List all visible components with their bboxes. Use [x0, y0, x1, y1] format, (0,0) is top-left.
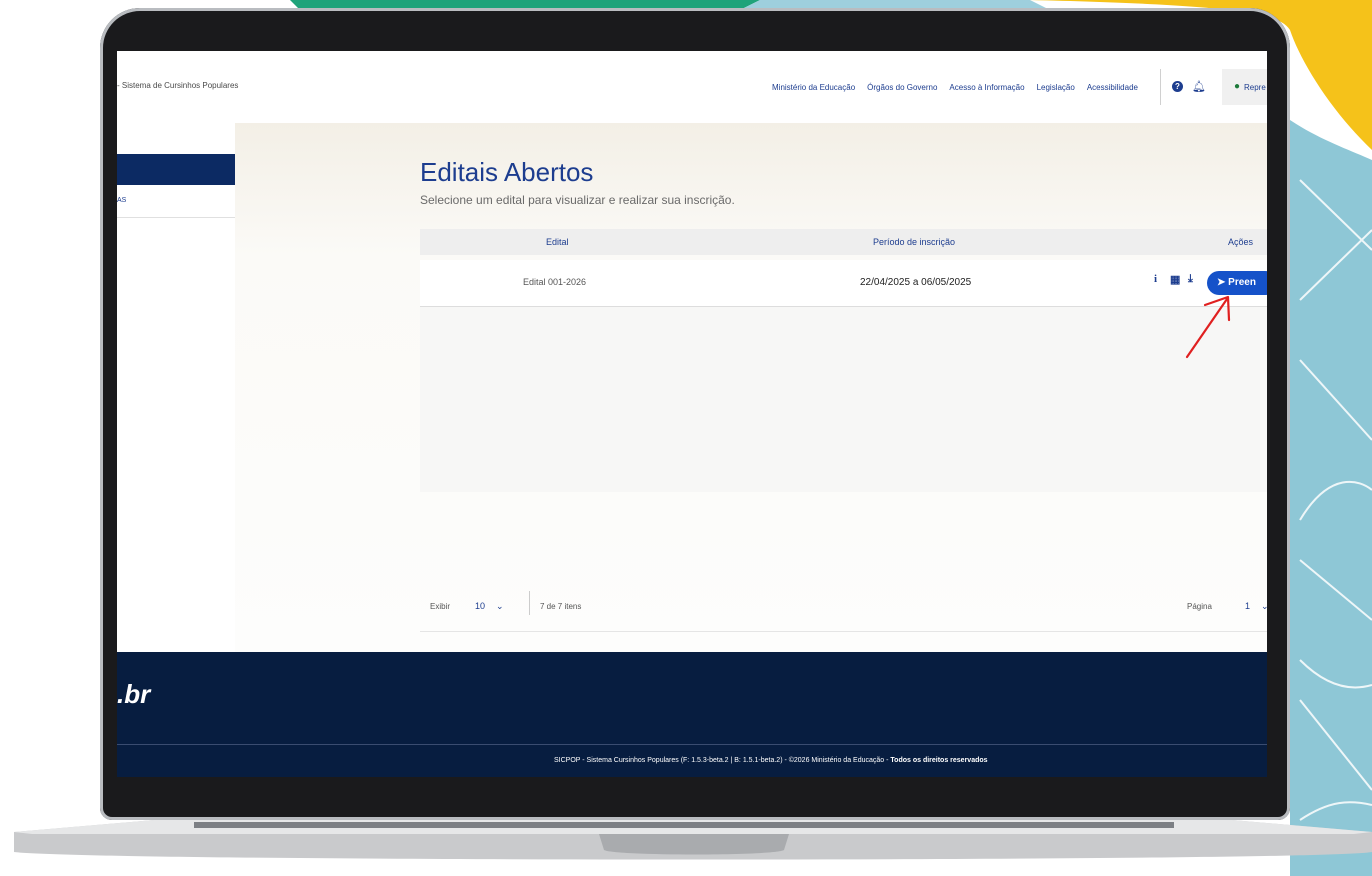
footer-text-bold: Todos os direitos reservados: [890, 757, 988, 764]
footer: .br SICPOP - Sistema Cursinhos Populares…: [117, 652, 1267, 777]
user-menu-button[interactable]: ● Repre: [1222, 69, 1267, 105]
page-select[interactable]: 1: [1245, 601, 1250, 611]
sidebar-item[interactable]: AS: [117, 197, 126, 204]
footer-divider: [117, 744, 1267, 745]
user-icon: ●: [1234, 81, 1241, 92]
table-row: Edital 001-2026 22/04/2025 a 06/05/2025 …: [420, 260, 1267, 307]
help-icon[interactable]: ?: [1172, 81, 1183, 92]
main-content: Editais Abertos Selecione um edital para…: [235, 123, 1267, 652]
page-label: Página: [1187, 602, 1212, 611]
page-size-select[interactable]: 10: [475, 601, 485, 611]
column-header-acoes: Ações: [1228, 237, 1254, 247]
bell-icon[interactable]: 🔔︎: [1192, 80, 1206, 93]
footer-text-main: SICPOP - Sistema Cursinhos Populares (F:…: [554, 757, 891, 764]
nav-divider: [1160, 69, 1161, 105]
edital-period: 22/04/2025 a 06/05/2025: [860, 277, 972, 288]
table-header: Edital Período de inscrição Ações: [420, 229, 1267, 255]
top-navigation-bar: - Sistema de Cursinhos Populares Ministé…: [117, 51, 1267, 123]
pagination-bar: Exibir 10 ⌄ 7 de 7 itens Página 1 ⌄: [420, 591, 1267, 632]
send-icon: ➤: [1217, 277, 1226, 288]
gov-links: Ministério da Educação Órgãos do Governo…: [772, 83, 1138, 92]
app-brand[interactable]: - Sistema de Cursinhos Populares: [117, 81, 238, 90]
link-legislacao[interactable]: Legislação: [1037, 83, 1075, 92]
user-name: Repre: [1244, 83, 1266, 92]
fill-button-label: Preen: [1228, 277, 1256, 288]
link-orgaos[interactable]: Órgãos do Governo: [867, 83, 937, 92]
column-header-edital: Edital: [546, 237, 569, 247]
fill-application-button[interactable]: ➤ Preen: [1207, 271, 1267, 295]
laptop-base: [14, 820, 1372, 860]
link-ministerio[interactable]: Ministério da Educação: [772, 83, 855, 92]
chevron-down-icon[interactable]: ⌄: [1261, 601, 1267, 612]
table-empty-area: [420, 307, 1267, 492]
page-subtitle: Selecione um edital para visualizar e re…: [420, 193, 735, 207]
info-icon[interactable]: i: [1154, 273, 1157, 285]
footer-copyright: SICPOP - Sistema Cursinhos Populares (F:…: [554, 757, 988, 764]
app-screen: - Sistema de Cursinhos Populares Ministé…: [117, 51, 1267, 777]
download-icon[interactable]: ⤓: [1188, 273, 1193, 286]
sidebar-divider: [117, 217, 235, 218]
sidebar: AS: [117, 123, 236, 652]
link-acessibilidade[interactable]: Acessibilidade: [1087, 83, 1138, 92]
item-count: 7 de 7 itens: [540, 602, 582, 611]
chevron-down-icon[interactable]: ⌄: [496, 601, 504, 612]
pdf-icon[interactable]: ▦: [1170, 273, 1180, 286]
page-size-label: Exibir: [430, 602, 451, 611]
pager-divider: [529, 591, 530, 615]
footer-logo: .br: [117, 679, 151, 709]
page-title: Editais Abertos: [420, 157, 594, 187]
sidebar-item-active[interactable]: [117, 154, 235, 185]
column-header-periodo: Período de inscrição: [873, 237, 956, 247]
edital-name: Edital 001-2026: [523, 277, 587, 287]
link-acesso-informacao[interactable]: Acesso à Informação: [949, 83, 1024, 92]
